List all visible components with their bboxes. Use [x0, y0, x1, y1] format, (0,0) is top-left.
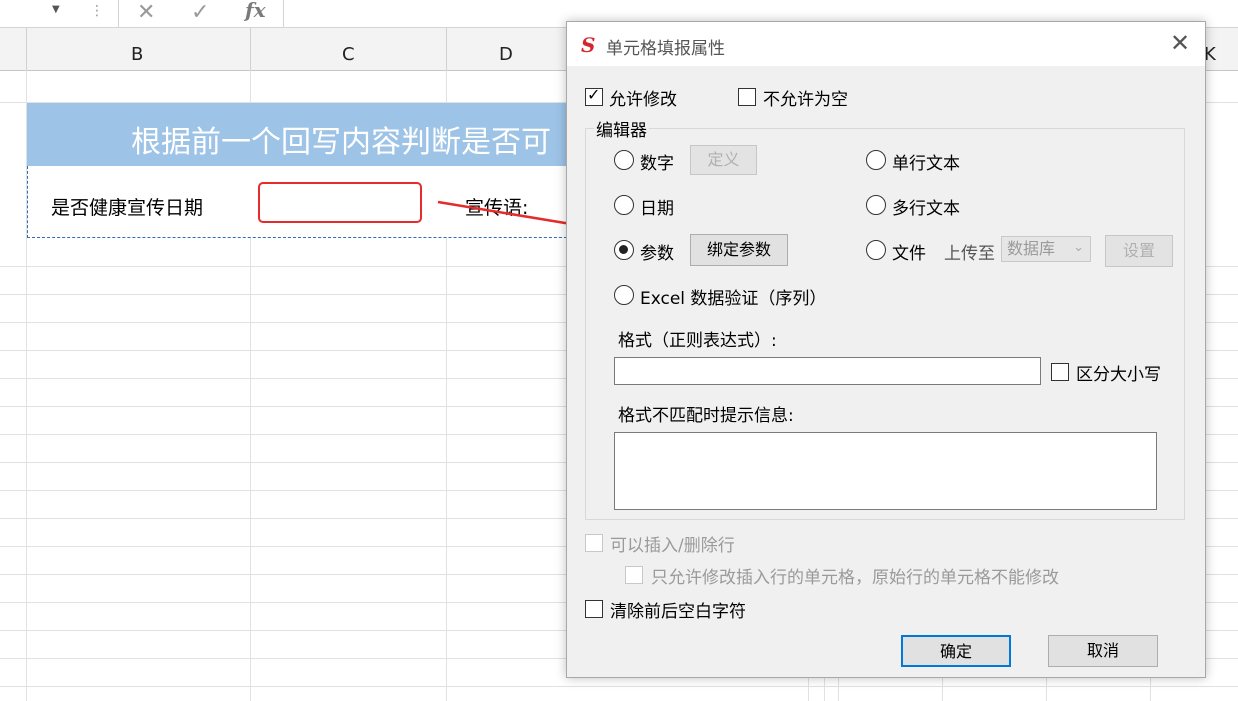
- editor-single-line-text-label: 单行文本: [892, 154, 960, 174]
- case-sensitive-checkbox[interactable]: [1051, 363, 1069, 381]
- editor-group-title: 编辑器: [594, 116, 649, 141]
- mismatch-message-textarea[interactable]: [614, 432, 1157, 510]
- editor-single-line-text-radio[interactable]: [866, 150, 886, 170]
- define-button[interactable]: 定义: [690, 145, 757, 175]
- formula-bar-grip-icon: ⋮: [90, 3, 104, 19]
- bind-parameter-button[interactable]: 绑定参数: [690, 234, 788, 266]
- health-promotion-date-label: 是否健康宣传日期: [51, 197, 204, 219]
- insert-delete-rows-checkbox[interactable]: [585, 534, 603, 552]
- grid-line: [1150, 676, 1151, 701]
- name-box-dropdown-icon[interactable]: ▼: [52, 4, 60, 15]
- editor-number-label: 数字: [640, 154, 674, 174]
- banner-title: 根据前一个回写内容判断是否可: [131, 125, 551, 160]
- editor-parameter-radio[interactable]: [614, 240, 634, 260]
- editor-date-radio[interactable]: [614, 195, 634, 215]
- column-separator: [26, 28, 27, 70]
- highlighted-input-cell[interactable]: [258, 182, 422, 223]
- grid-line: [808, 676, 809, 701]
- column-separator: [250, 28, 251, 70]
- case-sensitive-label: 区分大小写: [1076, 365, 1161, 385]
- column-header-c[interactable]: C: [342, 44, 355, 65]
- editor-multi-line-text-label: 多行文本: [892, 199, 960, 219]
- allow-modify-label: 允许修改: [609, 90, 677, 110]
- ok-button[interactable]: 确定: [901, 635, 1011, 667]
- trim-whitespace-label: 清除前后空白字符: [610, 602, 746, 622]
- allow-modify-checkbox[interactable]: ✓: [585, 85, 603, 106]
- cell-fill-properties-dialog: S 单元格填报属性 ✕ ✓ 允许修改 不允许为空 编辑器 数字 定义 单行文本 …: [566, 21, 1206, 678]
- only-inserted-rows-checkbox[interactable]: [625, 566, 643, 584]
- upload-settings-button[interactable]: 设置: [1105, 235, 1173, 267]
- cancel-icon[interactable]: ✕: [137, 0, 155, 25]
- not-allow-empty-label: 不允许为空: [763, 90, 848, 110]
- grid-line: [0, 686, 1238, 687]
- app-logo-icon: S: [581, 33, 596, 57]
- editor-excel-validation-label: Excel 数据验证（序列）: [640, 289, 827, 309]
- editor-file-label: 文件: [892, 244, 926, 264]
- upload-to-label: 上传至: [944, 244, 995, 264]
- upload-target-value: 数据库: [1007, 239, 1056, 258]
- editor-file-radio[interactable]: [866, 240, 886, 260]
- insert-function-icon[interactable]: fx: [245, 0, 266, 22]
- upload-target-select[interactable]: 数据库 ⌄: [1001, 236, 1091, 262]
- radio-selected-dot: [619, 245, 628, 254]
- not-allow-empty-checkbox[interactable]: [738, 88, 756, 106]
- editor-number-radio[interactable]: [614, 150, 634, 170]
- chevron-down-icon: ⌄: [1073, 240, 1084, 255]
- editor-parameter-label: 参数: [640, 244, 674, 264]
- editor-excel-validation-radio[interactable]: [614, 285, 634, 305]
- report-banner[interactable]: 根据前一个回写内容判断是否可: [27, 103, 587, 166]
- dialog-title-bar[interactable]: S 单元格填报属性 ✕: [567, 22, 1205, 66]
- editor-multi-line-text-radio[interactable]: [866, 195, 886, 215]
- insert-delete-rows-label: 可以插入/删除行: [610, 536, 735, 556]
- slogan-label: 宣传语:: [465, 197, 529, 219]
- grid-line: [838, 676, 839, 701]
- grid-line: [942, 676, 943, 701]
- column-header-b[interactable]: B: [131, 44, 143, 65]
- format-regex-label: 格式（正则表达式）:: [618, 331, 777, 351]
- formula-bar-actions: ✕ ✓ fx: [118, 0, 284, 27]
- cancel-button[interactable]: 取消: [1048, 635, 1158, 667]
- grid-line: [824, 676, 825, 701]
- grid-line: [1046, 676, 1047, 701]
- mismatch-message-label: 格式不匹配时提示信息:: [618, 406, 794, 426]
- confirm-icon[interactable]: ✓: [191, 0, 209, 25]
- close-button[interactable]: ✕: [1167, 30, 1193, 56]
- column-separator: [446, 28, 447, 70]
- editor-date-label: 日期: [640, 199, 674, 219]
- checkmark-icon: ✓: [587, 85, 601, 104]
- trim-whitespace-checkbox[interactable]: [585, 600, 603, 618]
- only-inserted-rows-label: 只允许修改插入行的单元格，原始行的单元格不能修改: [651, 568, 1059, 588]
- column-header-d[interactable]: D: [499, 44, 513, 65]
- format-regex-input[interactable]: [614, 357, 1041, 385]
- dialog-title: 单元格填报属性: [606, 39, 725, 59]
